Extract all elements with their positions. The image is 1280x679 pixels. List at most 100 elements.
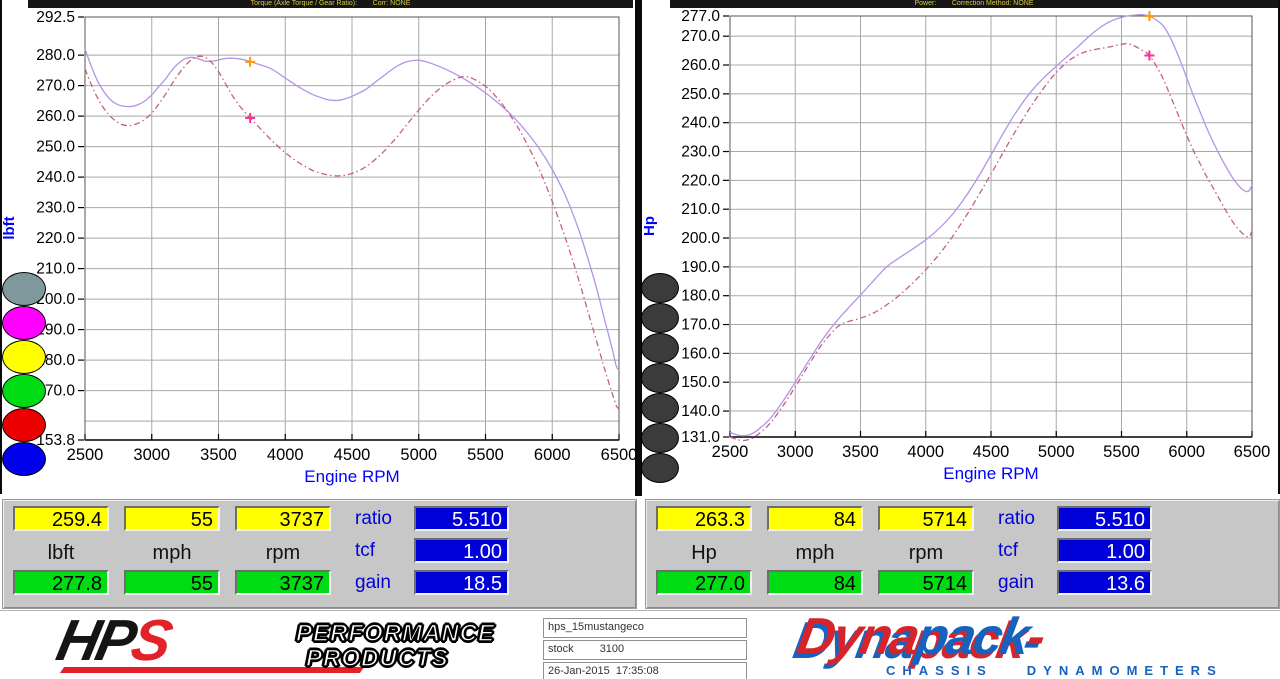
power-chart-panel: Power: Correction Method: NONE 277.0270.… [642,0,1280,496]
power-mod-value: 277.0 [656,570,752,595]
svg-text:260.0: 260.0 [681,57,720,74]
svg-text:2500: 2500 [67,446,104,464]
hps-logo-mark: HPS [52,611,175,671]
run-select-button[interactable] [641,333,679,363]
run-config-field: stock3100 [543,640,747,660]
svg-text:4500: 4500 [973,443,1010,461]
hps-word-products: PRODUCTS [306,646,495,671]
svg-text:5000: 5000 [1038,443,1075,461]
hps-logo-words: PERFORMANCE PRODUCTS [296,621,495,671]
gain-label: gain [998,570,1053,595]
svg-text:220.0: 220.0 [681,172,720,189]
tcf-value: 1.00 [414,538,509,563]
hps-word-performance: PERFORMANCE [296,621,495,646]
run-select-button[interactable] [641,453,679,483]
power-chart-plot[interactable]: 277.0270.0260.0250.0240.0230.0220.0210.0… [642,0,1280,496]
speed-unit-label: mph [124,542,220,564]
hps-logo: HPS PERFORMANCE PRODUCTS [58,617,488,677]
dynapack-dyna: Dyna [793,610,922,666]
run-select-button[interactable] [2,272,46,306]
svg-text:Engine RPM: Engine RPM [304,467,399,486]
svg-text:210.0: 210.0 [36,261,75,278]
tcf-label: tcf [355,538,410,563]
speed-stock-value: 84 [767,506,863,531]
svg-text:230.0: 230.0 [36,200,75,217]
rpm-stock-value: 5714 [878,506,974,531]
svg-text:4000: 4000 [907,443,944,461]
run-select-button[interactable] [641,273,679,303]
run-select-button[interactable] [2,374,46,408]
footer-region: HPS PERFORMANCE PRODUCTS hps_15mustangec… [0,610,1280,679]
torque-unit-label: lbft [13,542,109,564]
run-select-button[interactable] [641,363,679,393]
rpm-unit-label: rpm [235,542,331,564]
torque-mod-value: 277.8 [13,570,109,595]
svg-text:277.0: 277.0 [681,8,720,25]
power-stock-value: 263.3 [656,506,752,531]
svg-text:170.0: 170.0 [681,317,720,334]
speed-mod-value: 55 [124,570,220,595]
speed-stock-value: 55 [124,506,220,531]
torque-chart-plot[interactable]: 292.5280.0270.0260.0250.0240.0230.0220.0… [0,0,635,496]
svg-text:6500: 6500 [601,446,635,464]
run-select-button[interactable] [2,442,46,476]
svg-text:270.0: 270.0 [36,78,75,95]
svg-text:5000: 5000 [400,446,437,464]
run-select-button[interactable] [641,393,679,423]
svg-text:Hp: Hp [642,216,658,236]
svg-text:180.0: 180.0 [681,288,720,305]
hps-logo-hp: HP [51,610,139,673]
gain-value: 13.6 [1057,570,1152,595]
ratio-label: ratio [355,506,410,531]
charts-region: Torque (Axle Torque / Gear Ratio): Corr:… [0,0,1280,496]
speed-unit-label: mph [767,542,863,564]
dynapack-chassis: CHASSIS [886,663,993,678]
svg-text:280.0: 280.0 [36,47,75,64]
ratio-value: 5.510 [1057,506,1152,531]
readout-region: 259.4 55 3737 lbft mph rpm 277.8 55 3737… [0,496,1280,610]
svg-text:2500: 2500 [712,443,749,461]
svg-text:200.0: 200.0 [681,230,720,247]
run-select-button[interactable] [641,423,679,453]
svg-text:4000: 4000 [267,446,304,464]
svg-text:230.0: 230.0 [681,144,720,161]
torque-readout-panel: 259.4 55 3737 lbft mph rpm 277.8 55 3737… [2,499,637,609]
chart-divider [635,0,642,496]
speed-mod-value: 84 [767,570,863,595]
svg-text:6000: 6000 [1168,443,1205,461]
power-readout-panel: 263.3 84 5714 Hp mph rpm 277.0 84 5714 r… [645,499,1280,609]
svg-text:lbft: lbft [1,216,18,239]
dynapack-dynamometers: DYNAMOMETERS [1027,663,1223,678]
svg-text:220.0: 220.0 [36,230,75,247]
run-select-button[interactable] [2,408,46,442]
dynapack-logo-mark: Dynapack- [793,610,1049,667]
svg-text:240.0: 240.0 [36,169,75,186]
ratio-label: ratio [998,506,1053,531]
rpm-unit-label: rpm [878,542,974,564]
svg-text:Engine RPM: Engine RPM [943,464,1038,483]
run-name-field: hps_15mustangeco [543,618,747,638]
dynapack-logo: Dynapack- CHASSISDYNAMOMETERS [798,615,1268,677]
rpm-mod-value: 3737 [235,570,331,595]
svg-text:3500: 3500 [200,446,237,464]
torque-stock-value: 259.4 [13,506,109,531]
svg-text:210.0: 210.0 [681,201,720,218]
svg-text:292.5: 292.5 [36,9,75,26]
ratio-value: 5.510 [414,506,509,531]
run-select-button[interactable] [2,340,46,374]
run-timestamp-field: 26-Jan-2015 17:35:08 [543,662,747,679]
svg-text:5500: 5500 [467,446,504,464]
run-select-button[interactable] [2,306,46,340]
run-select-button[interactable] [641,303,679,333]
dyno-app-window: Torque (Axle Torque / Gear Ratio): Corr:… [0,0,1280,679]
svg-text:4500: 4500 [334,446,371,464]
rpm-mod-value: 5714 [878,570,974,595]
svg-text:5500: 5500 [1103,443,1140,461]
svg-text:3000: 3000 [777,443,814,461]
svg-text:150.0: 150.0 [681,374,720,391]
svg-text:160.0: 160.0 [681,345,720,362]
svg-text:3000: 3000 [133,446,170,464]
power-unit-label: Hp [656,542,752,564]
svg-text:3500: 3500 [842,443,879,461]
tcf-label: tcf [998,538,1053,563]
